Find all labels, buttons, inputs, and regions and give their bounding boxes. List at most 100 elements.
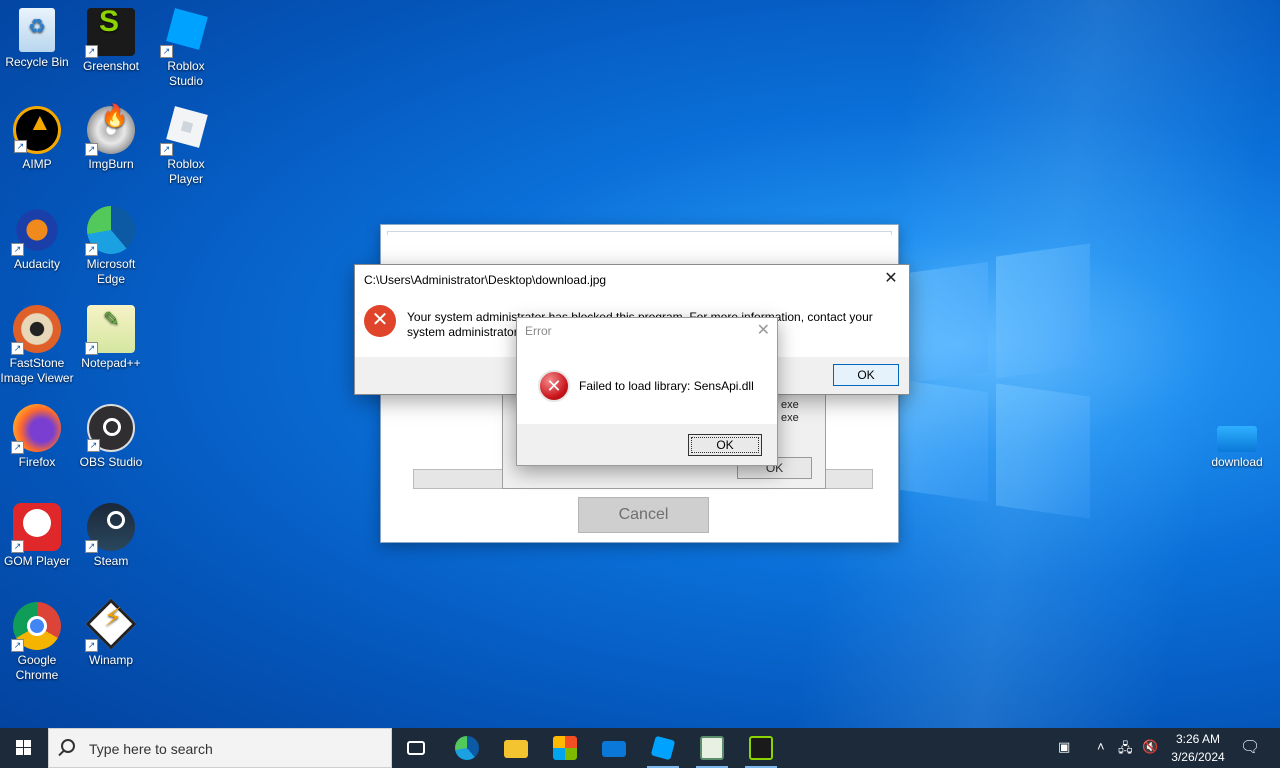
- audacity-icon: ↗: [11, 206, 61, 256]
- faststone-eye-icon: ↗: [11, 305, 61, 355]
- notification-icon[interactable]: 🗨: [1240, 737, 1260, 757]
- clock-time[interactable]: 3:26 AM: [1162, 732, 1234, 746]
- desktop-icon-label: Notepad++: [81, 356, 141, 370]
- task-view-icon: [407, 741, 425, 755]
- desktop-icon-gom-player[interactable]: ↗ GOM Player: [0, 503, 74, 569]
- firefox-icon: ↗: [11, 404, 61, 454]
- desktop-icon-winamp[interactable]: ⚡ ↗ Winamp: [74, 598, 148, 668]
- error-message: Failed to load library: SensApi.dll: [579, 379, 754, 393]
- error-x-icon: ✕: [364, 305, 396, 337]
- notepad-icon: [700, 736, 724, 760]
- desktop-icon-label: Recycle Bin: [5, 55, 69, 69]
- shortcut-arrow-icon: ↗: [85, 639, 98, 652]
- shortcut-arrow-icon: ↗: [85, 342, 98, 355]
- desktop-icon-label: Steam: [93, 554, 129, 568]
- mail-icon: [602, 741, 626, 757]
- roblox-studio-icon: ↗: [160, 8, 210, 58]
- desktop-icon-label: Roblox Studio: [167, 59, 205, 88]
- shortcut-arrow-icon: ↗: [11, 441, 24, 454]
- dialog-title: Error: [525, 324, 552, 338]
- notepadpp-icon: ✎ ↗: [85, 305, 135, 355]
- taskbar-notepad[interactable]: [688, 728, 736, 768]
- shortcut-arrow-icon: ↗: [85, 45, 98, 58]
- desktop-icon-roblox-player[interactable]: ↗ Roblox Player: [149, 106, 223, 187]
- desktop-icon-label: Audacity: [13, 257, 61, 271]
- desktop-icon-google-chrome[interactable]: ↗ Google Chrome: [0, 602, 74, 683]
- taskbar-mail[interactable]: [590, 728, 638, 768]
- taskbar-greenshot[interactable]: [737, 728, 785, 768]
- hidden-dialog-text-1: exe: [781, 399, 799, 411]
- desktop-icon-label: GOM Player: [3, 554, 70, 568]
- desktop-icon-label: ImgBurn: [88, 157, 134, 171]
- hidden-dialog-text-2: exe: [781, 412, 799, 424]
- desktop-icon-label: AIMP: [22, 157, 52, 171]
- store-icon: [553, 736, 577, 760]
- error-dialog: Error ✕ ✕ Failed to load library: SensAp…: [516, 317, 778, 466]
- taskbar-edge[interactable]: [443, 728, 491, 768]
- news-widget-icon[interactable]: ▣: [1058, 739, 1070, 755]
- taskbar-roblox-studio[interactable]: [639, 728, 687, 768]
- steam-icon: ↗: [85, 503, 135, 553]
- search-icon: [61, 739, 75, 753]
- chevron-up-icon[interactable]: ˄: [1097, 739, 1105, 754]
- greenshot-icon: S ↗: [85, 7, 135, 58]
- close-icon[interactable]: ✕: [881, 269, 901, 289]
- taskbar-microsoft-store[interactable]: [541, 728, 589, 768]
- roblox-player-icon: ↗: [160, 106, 210, 156]
- search-placeholder: Type here to search: [89, 741, 213, 757]
- shortcut-arrow-icon: ↗: [87, 439, 100, 452]
- shortcut-arrow-icon: ↗: [160, 143, 173, 156]
- ok-button[interactable]: OK: [688, 434, 762, 456]
- shortcut-arrow-icon: ↗: [11, 540, 24, 553]
- desktop-icon-label: OBS Studio: [79, 455, 143, 469]
- cancel-button[interactable]: Cancel: [578, 497, 709, 533]
- recycle-bin-icon: ♻: [19, 8, 55, 52]
- roblox-studio-icon: [650, 735, 676, 761]
- desktop-icon-label: Winamp: [88, 653, 133, 667]
- desktop-icon-download[interactable]: download: [1200, 420, 1274, 470]
- taskbar-file-explorer[interactable]: [492, 728, 540, 768]
- wallpaper-windows-logo: [900, 240, 1090, 520]
- shortcut-arrow-icon: ↗: [11, 342, 24, 355]
- image-file-icon: [1217, 426, 1257, 452]
- desktop-icon-steam[interactable]: ↗ Steam: [74, 503, 148, 569]
- shortcut-arrow-icon: ↗: [11, 639, 24, 652]
- desktop-icon-faststone[interactable]: ↗ FastStone Image Viewer: [0, 305, 74, 386]
- desktop-icon-label: Roblox Player: [167, 157, 205, 186]
- taskbar: Type here to search ▣ ˄ 🖧 🔇 3:26 AM 3/26…: [0, 728, 1280, 768]
- desktop-icon-roblox-studio[interactable]: ↗ Roblox Studio: [149, 8, 223, 89]
- winamp-icon: ⚡ ↗: [85, 598, 137, 652]
- shortcut-arrow-icon: ↗: [85, 243, 98, 256]
- ok-button[interactable]: OK: [833, 364, 899, 386]
- desktop-icon-microsoft-edge[interactable]: ↗ Microsoft Edge: [74, 206, 148, 287]
- network-icon[interactable]: 🖧: [1118, 739, 1133, 761]
- shortcut-arrow-icon: ↗: [85, 540, 98, 553]
- clock-date[interactable]: 3/26/2024: [1162, 750, 1234, 764]
- desktop-icon-label: Google Chrome: [15, 653, 59, 682]
- volume-muted-icon[interactable]: 🔇: [1142, 739, 1158, 755]
- start-button[interactable]: [0, 728, 48, 768]
- desktop-icon-greenshot[interactable]: S ↗ Greenshot: [74, 7, 148, 74]
- desktop-icon-imgburn[interactable]: 🔥 ↗ ImgBurn: [74, 105, 148, 172]
- obs-icon: ↗: [87, 404, 135, 452]
- desktop-icon-aimp[interactable]: ▲ ↗ AIMP: [0, 106, 74, 172]
- desktop-icon-obs-studio[interactable]: ↗ OBS Studio: [74, 404, 148, 470]
- edge-icon: ↗: [85, 206, 135, 256]
- desktop-icon-recycle-bin[interactable]: ♻ Recycle Bin: [0, 8, 74, 70]
- search-box[interactable]: Type here to search: [48, 728, 392, 768]
- shortcut-arrow-icon: ↗: [14, 140, 27, 153]
- shortcut-arrow-icon: ↗: [11, 243, 24, 256]
- close-icon[interactable]: ✕: [757, 320, 770, 340]
- edge-icon: [455, 736, 479, 760]
- gom-player-icon: ↗: [11, 503, 61, 553]
- desktop-icon-label: Firefox: [18, 455, 56, 469]
- error-x-icon: ✕: [538, 370, 570, 402]
- desktop-icon-firefox[interactable]: ↗ Firefox: [0, 404, 74, 470]
- imgburn-disc-icon: 🔥 ↗: [85, 105, 135, 156]
- desktop-icon-notepadpp[interactable]: ✎ ↗ Notepad++: [74, 305, 148, 371]
- dialog-title: C:\Users\Administrator\Desktop\download.…: [364, 273, 607, 287]
- desktop-icon-audacity[interactable]: ↗ Audacity: [0, 206, 74, 272]
- desktop-icon-label: FastStone Image Viewer: [0, 356, 74, 385]
- shortcut-arrow-icon: ↗: [160, 45, 173, 58]
- task-view-button[interactable]: [392, 728, 440, 768]
